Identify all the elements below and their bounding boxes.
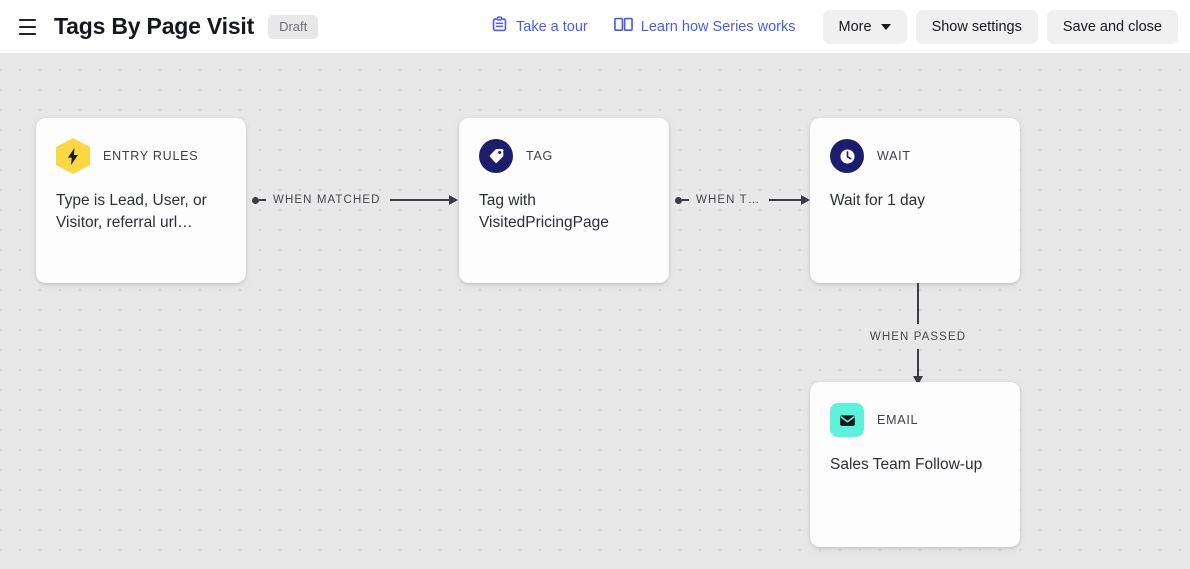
node-email[interactable]: EMAIL Sales Team Follow-up	[810, 382, 1020, 547]
node-tag[interactable]: TAG Tag with VisitedPricingPage	[459, 118, 669, 283]
node-header: EMAIL	[830, 402, 1000, 438]
workflow-canvas[interactable]: ENTRY RULES Type is Lead, User, or Visit…	[0, 53, 1190, 569]
connector-stub	[682, 199, 689, 201]
node-body-text: Sales Team Follow-up	[830, 456, 983, 473]
node-entry-rules[interactable]: ENTRY RULES Type is Lead, User, or Visit…	[36, 118, 246, 283]
connector-label: WHEN PASSED	[869, 331, 967, 343]
series-editor: Tags By Page Visit Draft Take a tour Lea…	[0, 0, 1190, 569]
connector-line	[389, 199, 450, 201]
arrow-right-icon	[801, 195, 810, 205]
connector-label: WHEN T…	[696, 194, 761, 206]
learn-how-series-works-label: Learn how Series works	[640, 18, 796, 35]
arrow-right-icon	[449, 195, 458, 205]
more-button[interactable]: More	[822, 9, 907, 44]
node-header: ENTRY RULES	[56, 138, 226, 174]
node-header: TAG	[479, 138, 649, 174]
page-title: Tags By Page Visit	[54, 13, 255, 39]
node-body-text: Type is Lead, User, or Visitor, referral…	[56, 192, 207, 231]
connector-tag-to-wait: WHEN T…	[675, 189, 810, 211]
connector-line-top	[917, 283, 919, 324]
hamburger-icon[interactable]	[14, 14, 40, 40]
connector-dot	[675, 196, 682, 204]
connector-line-bottom	[917, 349, 919, 377]
node-kind-label: TAG	[526, 149, 554, 163]
more-label: More	[838, 18, 872, 35]
node-wait[interactable]: WAIT Wait for 1 day	[810, 118, 1020, 283]
status-badge: Draft	[268, 14, 319, 39]
save-and-close-button[interactable]: Save and close	[1046, 9, 1178, 44]
connector-stub	[259, 199, 266, 201]
show-settings-button[interactable]: Show settings	[915, 9, 1038, 44]
clock-icon	[830, 139, 864, 173]
take-a-tour-label: Take a tour	[516, 18, 588, 35]
book-icon	[613, 16, 633, 37]
tag-icon	[479, 139, 513, 173]
node-body-text: Tag with VisitedPricingPage	[479, 192, 609, 231]
node-body-text: Wait for 1 day	[830, 192, 926, 209]
connector-entry-to-tag: WHEN MATCHED	[252, 189, 458, 211]
connector-label: WHEN MATCHED	[273, 194, 381, 206]
envelope-icon	[830, 403, 864, 437]
chevron-down-icon	[880, 23, 891, 30]
learn-how-series-works-link[interactable]: Learn how Series works	[613, 16, 796, 37]
node-kind-label: EMAIL	[877, 413, 919, 427]
connector-line	[769, 199, 802, 201]
node-kind-label: WAIT	[877, 149, 911, 163]
connector-wait-to-email: WHEN PASSED	[870, 283, 965, 385]
connector-dot	[252, 196, 259, 204]
lightning-bolt-icon	[56, 138, 90, 174]
node-header: WAIT	[830, 138, 1000, 174]
clipboard-icon	[491, 16, 508, 37]
take-a-tour-link[interactable]: Take a tour	[491, 16, 588, 37]
node-kind-label: ENTRY RULES	[103, 149, 199, 163]
app-header: Tags By Page Visit Draft Take a tour Lea…	[0, 0, 1190, 53]
